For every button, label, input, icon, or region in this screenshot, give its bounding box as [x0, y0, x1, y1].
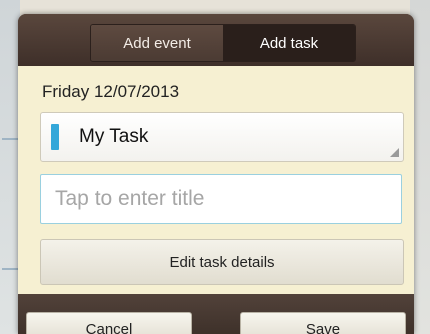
task-list-picker[interactable]: My Task	[40, 112, 404, 162]
dialog-header: Add event Add task	[18, 14, 414, 66]
event-task-switch: Add event Add task	[90, 24, 356, 62]
tab-add-event[interactable]: Add event	[91, 25, 223, 61]
background-calendar-left	[0, 0, 20, 334]
calendar-event-marker	[2, 268, 18, 270]
save-button[interactable]: Save	[240, 312, 406, 334]
cancel-button[interactable]: Cancel	[26, 312, 192, 334]
calendar-event-marker	[2, 138, 18, 140]
task-title-input[interactable]	[40, 174, 402, 224]
dropdown-corner-icon	[390, 148, 399, 157]
dialog-footer: Cancel Save	[18, 294, 414, 334]
edit-task-details-button[interactable]: Edit task details	[40, 239, 404, 285]
tab-add-task[interactable]: Add task	[223, 25, 355, 61]
task-list-color-swatch	[51, 124, 59, 150]
add-task-dialog: Add event Add task Friday 12/07/2013 My …	[18, 14, 414, 334]
task-list-label: My Task	[79, 126, 149, 147]
dialog-body: Friday 12/07/2013 My Task Edit task deta…	[18, 66, 414, 334]
selected-date: Friday 12/07/2013	[42, 82, 180, 101]
